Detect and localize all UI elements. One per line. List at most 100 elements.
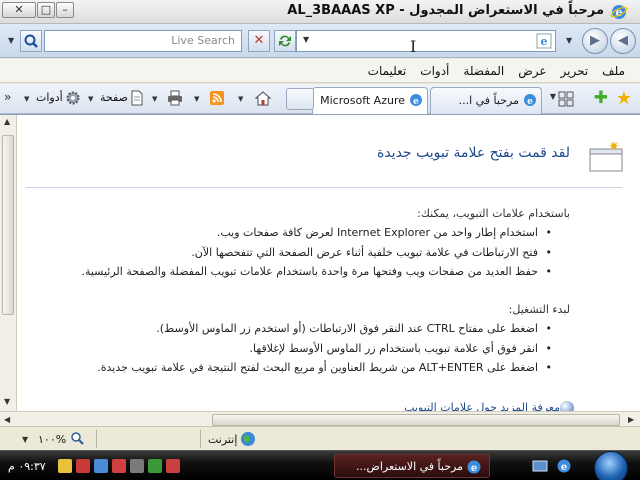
menu-help[interactable]: تعليمات: [361, 64, 414, 78]
ie-logo-icon: e: [467, 460, 481, 474]
learn-more-link[interactable]: معرفة المزيد حول علامات التبويب: [404, 401, 560, 411]
back-button[interactable]: ◀: [610, 28, 636, 54]
chevron-more-icon[interactable]: »: [4, 90, 11, 104]
security-zone-label: إنترنت: [208, 433, 238, 446]
globe-icon: [241, 432, 255, 446]
search-icon: [24, 34, 38, 48]
gear-icon: [66, 91, 80, 105]
tray-icon-4[interactable]: [112, 459, 126, 473]
home-dropdown[interactable]: ▼: [238, 95, 243, 103]
search-input[interactable]: Live Search: [44, 30, 242, 52]
menu-favorites[interactable]: المفضلة: [456, 64, 511, 78]
close-button[interactable]: ✕: [2, 2, 36, 18]
tools-dropdown[interactable]: ▼: [24, 95, 29, 103]
print-icon[interactable]: [166, 89, 184, 107]
vertical-scrollbar[interactable]: ▲ ▼: [0, 115, 17, 411]
tray-icon-5[interactable]: [130, 459, 144, 473]
tray-icon-1[interactable]: [58, 459, 72, 473]
svg-text:✷: ✷: [608, 139, 620, 155]
zoom-dropdown[interactable]: ▼: [22, 435, 28, 444]
ie-logo-icon: e: [610, 5, 628, 19]
window-controls: ✕ □ –: [2, 2, 74, 18]
svg-text:e: e: [561, 462, 567, 473]
address-bar[interactable]: ▼ e: [296, 30, 556, 52]
page-content: ▲ ▼ ✷ لقد قمت بفتح علامة تبويب جديدة باس…: [0, 114, 640, 427]
tab-label: Microsoft Azure: [320, 94, 405, 107]
scroll-right-icon[interactable]: ▶: [628, 415, 634, 424]
search-options-dropdown[interactable]: ▼: [8, 36, 14, 45]
refresh-button[interactable]: [274, 30, 296, 52]
favorites-center-icon[interactable]: ★: [616, 88, 632, 109]
tab-list-dropdown[interactable]: ▼: [550, 92, 556, 101]
text-cursor-icon: I: [410, 37, 417, 56]
feeds-dropdown[interactable]: ▼: [194, 95, 199, 103]
page-dropdown[interactable]: ▼: [88, 95, 93, 103]
tray-icon-2[interactable]: [76, 459, 90, 473]
menu-view[interactable]: عرض: [511, 64, 553, 78]
scroll-up-icon[interactable]: ▲: [4, 117, 10, 126]
refresh-icon: [279, 35, 291, 47]
zoom-icon[interactable]: [70, 431, 84, 445]
page-menu-icon: [131, 90, 143, 106]
quick-tabs-icon[interactable]: [558, 91, 574, 107]
maximize-button[interactable]: □: [37, 2, 55, 18]
scroll-thumb[interactable]: [2, 135, 14, 315]
taskbar: ٠٩:٣٧ م مرحباً في الاستعراض... e e: [0, 450, 640, 480]
tray-icon-6[interactable]: [148, 459, 162, 473]
status-bar: ▼ ١٠٠% إنترنت: [0, 426, 640, 450]
tab-label: مرحباً في ا...: [458, 94, 519, 107]
section-heading-start: لبدء التشغيل:: [508, 303, 570, 316]
clock[interactable]: ٠٩:٣٧ م: [8, 460, 46, 473]
tray-icon-7[interactable]: [166, 459, 180, 473]
forward-button[interactable]: ▶: [582, 28, 608, 54]
add-favorite-icon[interactable]: ✚: [594, 88, 608, 108]
stop-button[interactable]: ✕: [248, 30, 270, 52]
tray-icon-3[interactable]: [94, 459, 108, 473]
ie-page-icon: e: [410, 94, 422, 107]
tab-microsoft-azure[interactable]: e Microsoft Azure: [312, 87, 428, 114]
ie-page-icon: e: [524, 94, 536, 107]
section-heading-usage: باستخدام علامات التبويب، يمكنك:: [417, 207, 570, 220]
show-desktop-icon[interactable]: [532, 458, 548, 474]
menu-tools[interactable]: أدوات: [413, 64, 456, 78]
list-item: حفظ العديد من صفحات ويب وفتحها مرة واحدة…: [81, 262, 552, 282]
page-icon: e: [536, 33, 552, 49]
menu-file[interactable]: ملف: [595, 64, 632, 78]
list-item: فتح الارتباطات في علامة تبويب خلفية أثنا…: [81, 243, 552, 263]
minimize-button[interactable]: –: [56, 2, 74, 18]
feeds-icon[interactable]: [208, 89, 226, 107]
tab-welcome[interactable]: e مرحباً في ا...: [430, 87, 542, 114]
page-menu-label[interactable]: صفحة: [100, 91, 128, 104]
usage-list: استخدام إطار واحد من Internet Explorer ل…: [81, 223, 552, 282]
svg-text:e: e: [527, 97, 533, 107]
start-button[interactable]: [594, 451, 628, 480]
home-icon[interactable]: [254, 89, 272, 107]
scroll-down-icon[interactable]: ▼: [4, 397, 10, 406]
status-divider: [96, 430, 97, 448]
window-title: مرحباً في الاستعراض المجدول - AL_3BAAAS …: [287, 3, 604, 18]
svg-text:e: e: [413, 97, 419, 107]
list-item: اضغط على ALT+ENTER من شريط العناوين أو م…: [97, 358, 552, 378]
search-button[interactable]: [20, 30, 42, 52]
address-dropdown-icon[interactable]: ▼: [303, 35, 309, 44]
tab-command-bar: ★ ✚ ▼ e مرحباً في ا... e Microsoft Azure…: [0, 84, 640, 114]
menu-edit[interactable]: تحرير: [554, 64, 596, 78]
recent-pages-dropdown[interactable]: ▼: [566, 36, 572, 45]
scroll-left-icon[interactable]: ◀: [4, 415, 10, 424]
horizontal-scroll-thumb[interactable]: [212, 414, 620, 426]
new-tab-page-icon: ✷: [589, 139, 623, 172]
zoom-level[interactable]: ١٠٠%: [38, 433, 66, 446]
quick-launch-ie-icon[interactable]: e: [556, 458, 572, 474]
svg-text:e: e: [541, 35, 548, 48]
taskbar-button-label: مرحباً في الاستعراض...: [356, 460, 463, 473]
list-item: اضغط على مفتاح CTRL عند النقر فوق الارتب…: [97, 319, 552, 339]
title-bar: ✕ □ – مرحباً في الاستعراض المجدول - AL_3…: [0, 0, 640, 24]
horizontal-scrollbar[interactable]: ◀ ▶: [0, 411, 640, 427]
new-tab-button[interactable]: [286, 88, 314, 110]
status-divider: [200, 430, 201, 448]
menu-bar: ملف تحرير عرض المفضلة أدوات تعليمات: [0, 59, 640, 83]
start-list: اضغط على مفتاح CTRL عند النقر فوق الارتب…: [97, 319, 552, 378]
title-divider: [26, 187, 622, 188]
print-dropdown[interactable]: ▼: [152, 95, 157, 103]
tools-menu-label[interactable]: أدوات: [36, 91, 63, 104]
